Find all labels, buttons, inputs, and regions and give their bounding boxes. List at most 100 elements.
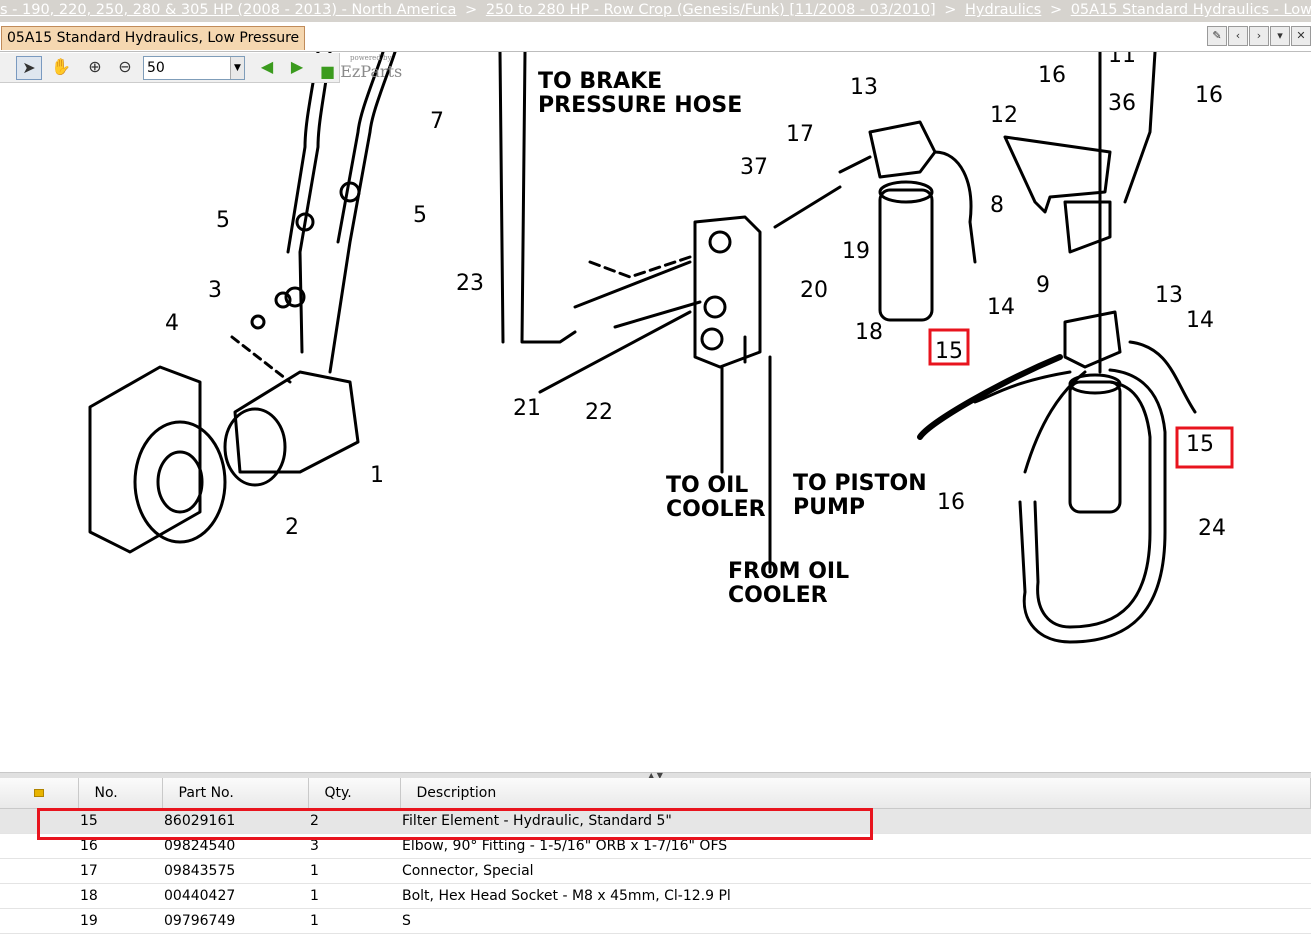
- table-header: No. Part No. Qty. Description: [0, 778, 1311, 809]
- cell-qty: 3: [308, 833, 400, 859]
- callout-2[interactable]: 2: [285, 515, 299, 540]
- callout-4[interactable]: 4: [165, 311, 179, 336]
- callout-14[interactable]: 14: [987, 295, 1015, 320]
- cell-desc: Bolt, Hex Head Socket - M8 x 45mm, Cl-12…: [400, 883, 1311, 909]
- pointer-tool-icon[interactable]: ➤: [16, 56, 42, 80]
- cell-no: 17: [78, 858, 162, 884]
- callout-37[interactable]: 37: [740, 155, 768, 180]
- parts-diagram: TO BRAKE PRESSURE HOSE TO OIL COOLER TO …: [88, 52, 1234, 644]
- label-to-brake: TO BRAKE: [538, 69, 662, 94]
- zoom-value: 50: [147, 60, 165, 76]
- cell-qty: 1: [308, 858, 400, 884]
- forward-arrow-icon[interactable]: ▶: [284, 56, 310, 80]
- breadcrumb-link-model[interactable]: s - 190, 220, 250, 280 & 305 HP (2008 - …: [0, 2, 456, 18]
- cell-qty: 1: [308, 883, 400, 909]
- callout-23[interactable]: 23: [456, 271, 484, 296]
- table-row[interactable]: 18 00440427 1 Bolt, Hex Head Socket - M8…: [0, 883, 1311, 909]
- breadcrumb-separator: >: [944, 2, 957, 18]
- callout-20[interactable]: 20: [800, 278, 828, 303]
- callout-3[interactable]: 3: [208, 278, 222, 303]
- label-from-cooler: COOLER: [728, 583, 828, 608]
- breadcrumb-separator: >: [465, 2, 478, 18]
- callout-36[interactable]: 36: [1108, 91, 1136, 116]
- callout-16[interactable]: 16: [1038, 63, 1066, 88]
- label-cooler: COOLER: [666, 497, 766, 522]
- callout-24[interactable]: 24: [1198, 516, 1226, 541]
- cell-no: 18: [78, 883, 162, 909]
- label-from-oil: FROM OIL: [728, 559, 849, 584]
- close-icon[interactable]: ✕: [1291, 26, 1311, 46]
- chevron-down-icon[interactable]: ▼: [230, 57, 244, 79]
- callout-15[interactable]: 15: [1186, 432, 1214, 457]
- cell-qty: 1: [308, 908, 400, 934]
- prev-tab-icon[interactable]: ‹: [1228, 26, 1248, 46]
- table-row[interactable]: 16 09824540 3 Elbow, 90° Fitting - 1-5/1…: [0, 833, 1311, 859]
- breadcrumb-link-series[interactable]: 250 to 280 HP - Row Crop (Genesis/Funk) …: [486, 2, 936, 18]
- callout-19[interactable]: 19: [842, 239, 870, 264]
- cell-qty: 2: [308, 808, 400, 834]
- label-to-oil: TO OIL: [666, 473, 748, 498]
- col-header-no[interactable]: No.: [78, 778, 163, 809]
- zoom-select[interactable]: 50 ▼: [143, 56, 245, 80]
- callout-16[interactable]: 16: [937, 490, 965, 515]
- col-header-description[interactable]: Description: [400, 778, 1311, 809]
- parts-table: No. Part No. Qty. Description 15 8602916…: [0, 778, 1311, 934]
- callout-5[interactable]: 5: [216, 208, 230, 233]
- col-header-part[interactable]: Part No.: [162, 778, 309, 809]
- callout-13[interactable]: 13: [850, 75, 878, 100]
- ezparts-logo: powered by ■ EzParts: [320, 54, 402, 81]
- callout-14[interactable]: 14: [1186, 308, 1214, 333]
- callout-21[interactable]: 21: [513, 396, 541, 421]
- callout-13[interactable]: 13: [1155, 283, 1183, 308]
- tab-bar: 05A15 Standard Hydraulics, Low Pressure …: [0, 22, 1311, 52]
- tab-menu-icon[interactable]: ▾: [1270, 26, 1290, 46]
- callout-5[interactable]: 5: [413, 203, 427, 228]
- callout-15[interactable]: 15: [935, 339, 963, 364]
- tab-diagram[interactable]: 05A15 Standard Hydraulics, Low Pressure: [1, 26, 306, 50]
- breadcrumb-link-hydraulics[interactable]: Hydraulics: [965, 2, 1041, 18]
- cell-part: 09796749: [162, 908, 308, 934]
- callout-17[interactable]: 17: [786, 122, 814, 147]
- table-row[interactable]: 19 09796749 1 S: [0, 908, 1311, 934]
- cell-part: 09843575: [162, 858, 308, 884]
- callout-1[interactable]: 1: [370, 463, 384, 488]
- callout-12[interactable]: 12: [990, 103, 1018, 128]
- callout-11[interactable]: 11: [1108, 52, 1136, 68]
- cell-desc: Filter Element - Hydraulic, Standard 5": [400, 808, 1311, 834]
- table-row[interactable]: 15 86029161 2 Filter Element - Hydraulic…: [0, 808, 1311, 834]
- cell-desc: S: [400, 908, 1311, 934]
- zoom-in-icon[interactable]: ⊕: [82, 56, 108, 80]
- label-pressure-hose: PRESSURE HOSE: [538, 93, 742, 118]
- table-row[interactable]: 17 09843575 1 Connector, Special: [0, 858, 1311, 884]
- logo-icon: ■: [320, 62, 336, 81]
- cell-desc: Connector, Special: [400, 858, 1311, 884]
- viewer-toolbar: ➤ ✋ ⊕ ⊖ 50 ▼ ◀ ▶: [0, 53, 340, 83]
- callout-9[interactable]: 9: [1036, 273, 1050, 298]
- breadcrumb-link-section[interactable]: 05A15 Standard Hydraulics - Low Pressure: [1071, 2, 1311, 18]
- tab-controls: ✎ ‹ › ▾ ✕: [1207, 26, 1311, 46]
- callout-7[interactable]: 7: [430, 109, 444, 134]
- logo-text: EzParts: [340, 62, 403, 81]
- back-arrow-icon[interactable]: ◀: [254, 56, 280, 80]
- pan-hand-icon[interactable]: ✋: [48, 56, 74, 80]
- label-pump: PUMP: [793, 495, 865, 520]
- cell-part: 00440427: [162, 883, 308, 909]
- callout-22[interactable]: 22: [585, 400, 613, 425]
- zoom-out-icon[interactable]: ⊖: [112, 56, 138, 80]
- cart-icon[interactable]: [0, 778, 79, 809]
- label-to-piston: TO PISTON: [793, 471, 927, 496]
- cell-part: 86029161: [162, 808, 308, 834]
- cell-part: 09824540: [162, 833, 308, 859]
- callout-16[interactable]: 16: [1195, 83, 1223, 108]
- next-tab-icon[interactable]: ›: [1249, 26, 1269, 46]
- cell-no: 15: [78, 808, 162, 834]
- col-header-qty[interactable]: Qty.: [308, 778, 401, 809]
- callout-18[interactable]: 18: [855, 320, 883, 345]
- logo-caption: powered by: [350, 54, 392, 62]
- pin-icon[interactable]: ✎: [1207, 26, 1227, 46]
- cell-no: 16: [78, 833, 162, 859]
- breadcrumb-separator: >: [1049, 2, 1063, 18]
- callout-8[interactable]: 8: [990, 193, 1004, 218]
- cell-desc: Elbow, 90° Fitting - 1-5/16" ORB x 1-7/1…: [400, 833, 1311, 859]
- cell-no: 19: [78, 908, 162, 934]
